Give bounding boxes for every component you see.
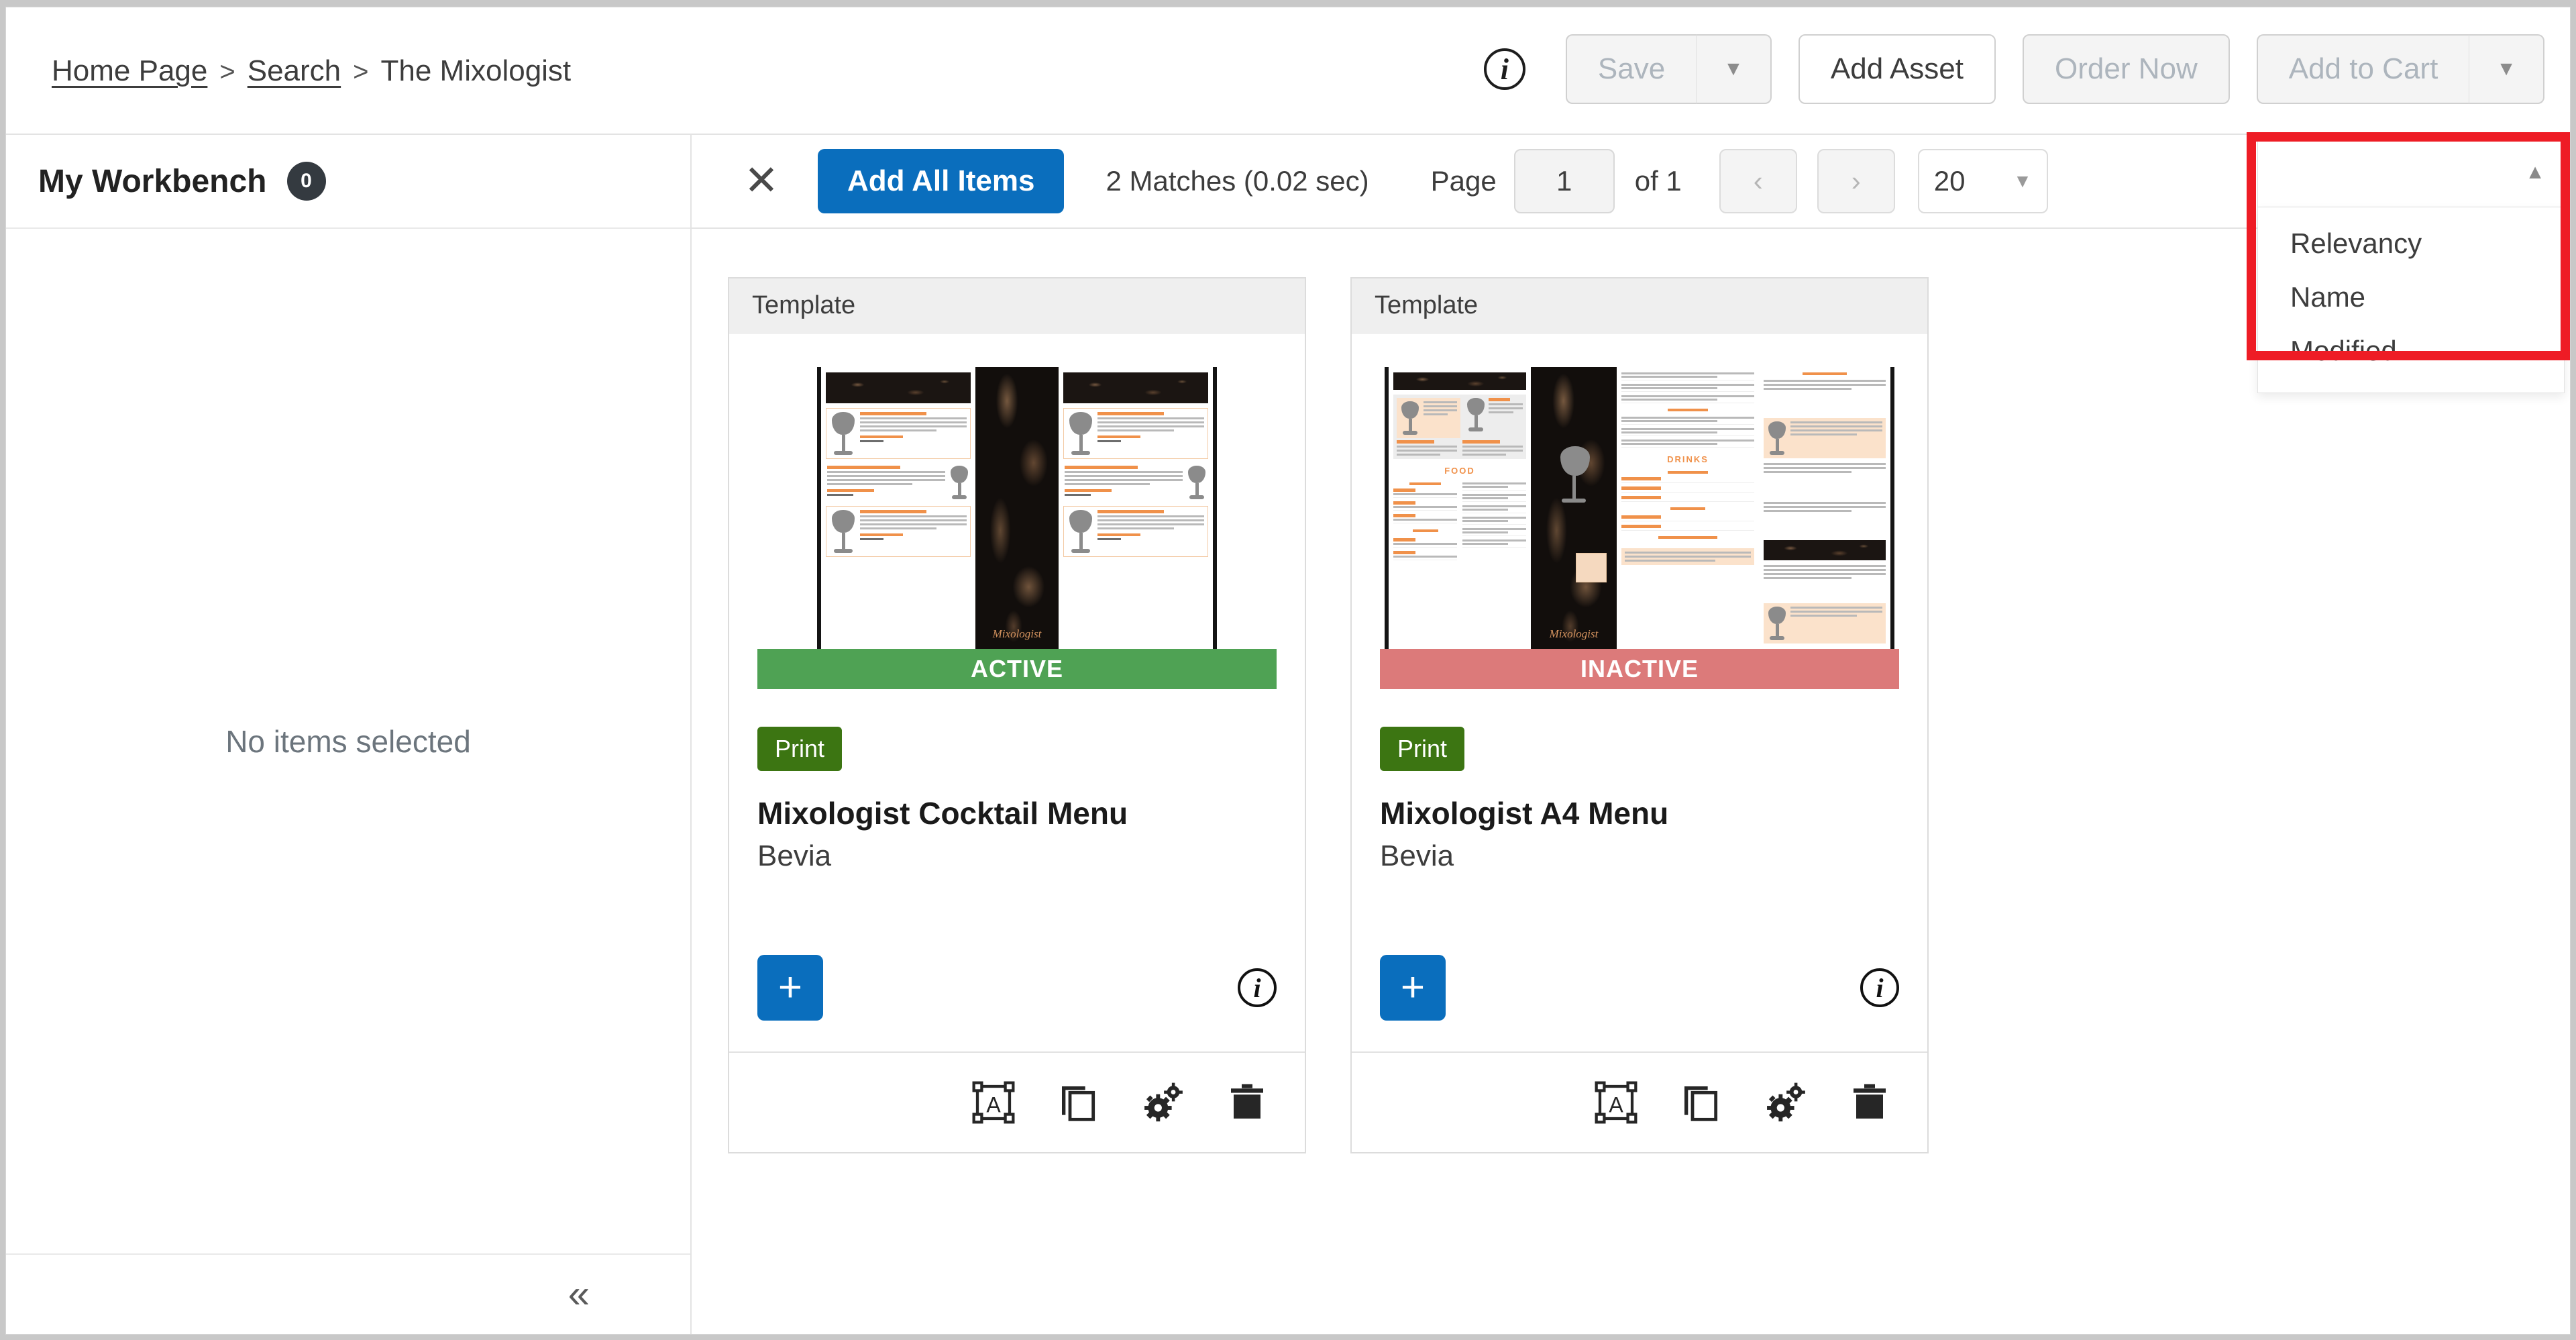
sort-options-menu: Relevancy Name Modified <box>2257 207 2565 393</box>
page-number-input[interactable]: 1 <box>1513 149 1615 213</box>
breadcrumb-separator: > <box>353 57 369 87</box>
page-total: of 1 <box>1634 165 1682 197</box>
workbench-title: My Workbench <box>38 163 267 199</box>
sort-option-modified[interactable]: Modified <box>2258 324 2564 378</box>
save-button[interactable]: Save <box>1565 34 1697 104</box>
sort-option-relevancy[interactable]: Relevancy <box>2258 217 2564 270</box>
card-info-icon[interactable]: i <box>1238 968 1277 1007</box>
delete-trash-icon[interactable] <box>1848 1081 1891 1124</box>
thumbnail-signature: Mixologist <box>1549 627 1599 640</box>
card-thumbnail[interactable]: Mixologist <box>729 333 1305 649</box>
save-split-button: Save ▼ <box>1565 34 1772 104</box>
card-subtitle: Bevia <box>757 839 832 872</box>
page-body: My Workbench 0 No items selected « ✕ Add… <box>6 132 2570 1334</box>
main-panel: ✕ Add All Items 2 Matches (0.02 sec) Pag… <box>692 132 2570 1334</box>
breadcrumb-separator: > <box>219 57 235 87</box>
matches-count: 2 Matches (0.02 sec) <box>1106 165 1369 197</box>
page-label: Page <box>1430 165 1497 197</box>
workbench-content: No items selected <box>6 229 690 1253</box>
page-size-select[interactable]: 20 ▼ <box>1917 149 2048 213</box>
info-icon[interactable]: i <box>1483 48 1525 90</box>
card-title: Mixologist Cocktail Menu <box>757 796 1128 831</box>
results-grid: Template Mixologist ACTIVE Print Mixolog… <box>692 229 2570 1334</box>
delete-trash-icon[interactable] <box>1226 1081 1269 1124</box>
breadcrumb: Home Page > Search > The Mixologist <box>52 54 571 88</box>
print-tag: Print <box>1380 727 1465 771</box>
card-actions: + i <box>729 955 1305 1051</box>
breadcrumb-home-page[interactable]: Home Page <box>52 54 207 88</box>
thumbnail-section-drinks: DRINKS <box>1667 454 1709 464</box>
status-badge: INACTIVE <box>1380 649 1899 689</box>
close-icon[interactable]: ✕ <box>744 160 779 202</box>
workbench-count-badge: 0 <box>286 162 326 201</box>
card-type-label: Template <box>1352 278 1927 333</box>
add-asset-button[interactable]: Add Asset <box>1798 34 1996 104</box>
status-badge: ACTIVE <box>757 649 1277 689</box>
application-window: Home Page > Search > The Mixologist i Sa… <box>5 7 2571 1335</box>
edit-text-icon[interactable]: A <box>972 1081 1015 1124</box>
workbench-empty-message: No items selected <box>225 723 471 759</box>
card-subtitle: Bevia <box>1380 839 1454 872</box>
sort-dropdown: ▲ Relevancy Name Modified <box>2247 132 2570 393</box>
card-thumbnail[interactable]: FOOD Mixologist DRINKS <box>1352 333 1927 649</box>
save-dropdown-caret-icon[interactable]: ▼ <box>1697 34 1772 104</box>
print-tag: Print <box>757 727 843 771</box>
settings-gears-icon[interactable] <box>1141 1081 1184 1124</box>
page-header: Home Page > Search > The Mixologist i Sa… <box>6 7 2570 135</box>
card-footer-toolbar: A <box>729 1051 1305 1152</box>
workbench-sidebar: My Workbench 0 No items selected « <box>6 135 692 1334</box>
workbench-header: My Workbench 0 <box>6 135 690 229</box>
previous-page-button[interactable]: ‹ <box>1719 149 1797 213</box>
add-to-cart-dropdown-caret-icon[interactable]: ▼ <box>2469 34 2544 104</box>
card-footer-toolbar: A <box>1352 1051 1927 1152</box>
page-size-value: 20 <box>1933 165 1966 197</box>
svg-text:A: A <box>986 1093 1001 1117</box>
card-type-label: Template <box>729 278 1305 333</box>
sort-option-name[interactable]: Name <box>2258 270 2564 324</box>
card-info-icon[interactable]: i <box>1860 968 1899 1007</box>
header-actions: i Save ▼ Add Asset Order Now Add to Cart… <box>1483 32 2544 107</box>
add-to-cart-split-button: Add to Cart ▼ <box>2256 34 2544 104</box>
duplicate-icon[interactable] <box>1057 1081 1099 1124</box>
workbench-footer: « <box>6 1253 690 1334</box>
card-title: Mixologist A4 Menu <box>1380 796 1669 831</box>
chevron-down-icon: ▼ <box>2013 170 2032 191</box>
thumbnail-section-food: FOOD <box>1444 466 1475 476</box>
add-to-workbench-button[interactable]: + <box>1380 955 1446 1021</box>
breadcrumb-search[interactable]: Search <box>248 54 341 88</box>
collapse-sidebar-icon[interactable]: « <box>568 1275 590 1314</box>
next-page-button[interactable]: › <box>1817 149 1895 213</box>
thumbnail-signature: Mixologist <box>992 627 1042 640</box>
order-now-button[interactable]: Order Now <box>2023 34 2230 104</box>
settings-gears-icon[interactable] <box>1764 1081 1807 1124</box>
svg-text:A: A <box>1609 1093 1623 1117</box>
sort-select-field[interactable]: ▲ <box>2257 138 2565 207</box>
chevron-up-icon: ▲ <box>2525 161 2545 183</box>
add-to-workbench-button[interactable]: + <box>757 955 823 1021</box>
breadcrumb-current: The Mixologist <box>380 54 572 87</box>
edit-text-icon[interactable]: A <box>1595 1081 1638 1124</box>
add-to-cart-button[interactable]: Add to Cart <box>2256 34 2470 104</box>
result-card[interactable]: Template <box>728 277 1306 1153</box>
result-card[interactable]: Template <box>1350 277 1929 1153</box>
card-actions: + i <box>1352 955 1927 1051</box>
add-all-items-button[interactable]: Add All Items <box>817 149 1065 213</box>
duplicate-icon[interactable] <box>1679 1081 1722 1124</box>
